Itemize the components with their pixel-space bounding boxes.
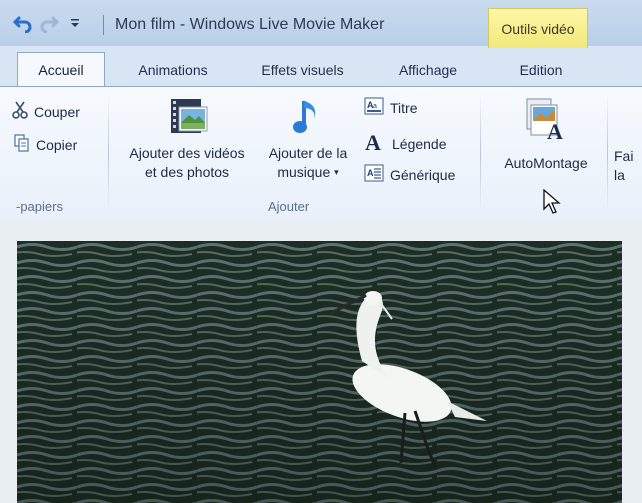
filmstrip-photo-icon <box>165 97 209 142</box>
copy-label: Copier <box>36 136 78 153</box>
add-music-label-line2: musique ▾ <box>277 164 339 180</box>
context-tab-video-tools: Outils vidéo <box>488 8 588 48</box>
add-videos-photos-button[interactable]: Ajouter des vidéos et des photos <box>117 97 257 182</box>
group-label-clipboard: -papiers <box>16 199 63 214</box>
add-videos-label-line2: et des photos <box>144 164 230 180</box>
partial-label-line1: Fai <box>614 148 634 164</box>
video-preview[interactable] <box>17 241 622 503</box>
tab-edit[interactable]: Edition <box>496 56 586 84</box>
egret-image <box>17 241 622 503</box>
svg-text:A: A <box>365 131 381 153</box>
automovie-icon: A <box>523 97 569 146</box>
cut-button[interactable]: Couper <box>12 101 80 122</box>
svg-text:a: a <box>373 103 377 110</box>
undo-icon[interactable] <box>12 12 34 34</box>
add-videos-label-line1: Ajouter des vidéos <box>129 145 245 161</box>
dropdown-arrow-icon: ▾ <box>334 167 339 177</box>
credits-button[interactable]: A Générique <box>364 164 455 185</box>
preview-area <box>0 222 642 503</box>
music-note-icon <box>292 97 324 142</box>
partial-ribbon-button[interactable]: Fai la <box>614 147 642 185</box>
title-icon: Aa <box>364 97 384 118</box>
group-separator <box>108 93 109 213</box>
chevron-down-icon[interactable] <box>64 12 86 34</box>
mouse-pointer-icon <box>543 188 561 220</box>
svg-text:A: A <box>367 168 374 178</box>
title-bar: Mon film - Windows Live Movie Maker Outi… <box>0 0 642 48</box>
group-separator <box>607 93 608 213</box>
credits-label: Générique <box>390 166 456 183</box>
movie-maker-window: Mon film - Windows Live Movie Maker Outi… <box>0 0 642 503</box>
add-music-button[interactable]: Ajouter de la musique ▾ <box>258 97 358 182</box>
copy-icon <box>14 134 30 155</box>
title-separator <box>103 15 104 35</box>
group-label-add: Ajouter <box>268 199 310 214</box>
tab-animations[interactable]: Animations <box>117 56 229 84</box>
partial-label-line2: la <box>614 167 625 183</box>
automovie-label: AutoMontage <box>504 155 588 171</box>
group-separator <box>480 93 481 213</box>
add-music-label-line1: Ajouter de la <box>268 145 348 161</box>
caption-icon: A <box>364 130 386 156</box>
svg-text:A: A <box>547 119 563 141</box>
caption-button[interactable]: A Légende <box>364 130 447 156</box>
title-button[interactable]: Aa Titre <box>364 97 417 118</box>
scissors-icon <box>12 101 28 122</box>
cut-label: Couper <box>34 103 80 120</box>
tab-visual-effects[interactable]: Effets visuels <box>240 56 365 84</box>
window-title: Mon film - Windows Live Movie Maker <box>115 16 385 33</box>
ribbon-tabs: Accueil Animations Effets visuels Affich… <box>0 48 642 86</box>
caption-label: Légende <box>392 135 447 152</box>
copy-button[interactable]: Copier <box>14 134 77 155</box>
redo-icon[interactable] <box>38 12 60 34</box>
tab-view[interactable]: Affichage <box>378 56 478 84</box>
title-label: Titre <box>390 99 418 116</box>
automovie-button[interactable]: A AutoMontage <box>490 97 602 173</box>
credits-icon: A <box>364 164 384 185</box>
tab-home[interactable]: Accueil <box>17 52 105 86</box>
quick-access-toolbar <box>12 12 86 34</box>
